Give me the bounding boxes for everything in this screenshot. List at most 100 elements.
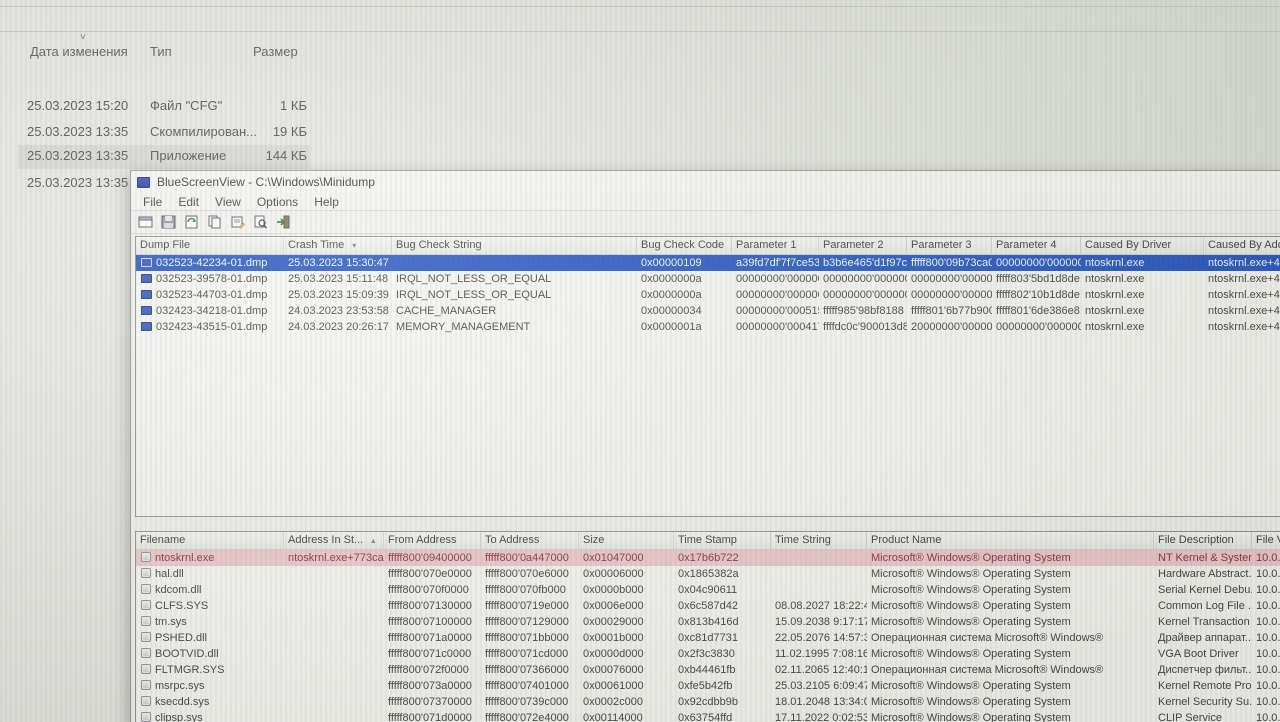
- column-header[interactable]: Time Stamp: [674, 532, 771, 549]
- cell: 0x1865382a: [674, 568, 771, 580]
- menu-help[interactable]: Help: [306, 195, 347, 209]
- column-header[interactable]: Bug Check String: [392, 237, 637, 254]
- dump-file-row[interactable]: 032523-44703-01.dmp25.03.2023 15:09:39IR…: [136, 287, 1280, 303]
- cell: Common Log File ...: [1154, 600, 1252, 612]
- column-header[interactable]: Crash Time▾: [284, 237, 392, 254]
- cell: fffff800'0739c000: [481, 696, 579, 708]
- column-header-size[interactable]: Размер: [253, 44, 298, 59]
- cell: ntoskrnl.exe: [1081, 321, 1204, 333]
- driver-module-row[interactable]: hal.dllfffff800'070e0000fffff800'070e600…: [136, 566, 1280, 582]
- dump-file-row[interactable]: 032523-39578-01.dmp25.03.2023 15:11:48IR…: [136, 271, 1280, 287]
- column-header[interactable]: Bug Check Code: [637, 237, 732, 254]
- column-header[interactable]: Caused By Address: [1204, 237, 1280, 254]
- menu-view[interactable]: View: [207, 195, 249, 209]
- column-header[interactable]: Filename: [136, 532, 284, 549]
- cell: fffff800'072e4000: [481, 712, 579, 722]
- cell: Драйвер аппарат...: [1154, 632, 1252, 644]
- explorer-file-row[interactable]: 25.03.2023 15:20 Файл "CFG" 1 КБ: [0, 95, 330, 119]
- cell: 10.0.22: [1252, 680, 1280, 692]
- cell: ntoskrnl.exe: [136, 552, 284, 564]
- cell: fffff801'6b77b900: [907, 305, 992, 317]
- driver-module-row[interactable]: ntoskrnl.exentoskrnl.exe+773ca0fffff800'…: [136, 550, 1280, 566]
- cell: fffff800'070e6000: [481, 568, 579, 580]
- column-header[interactable]: Dump File: [136, 237, 284, 254]
- driver-module-row[interactable]: CLFS.SYSfffff800'07130000fffff800'0719e0…: [136, 598, 1280, 614]
- bluescreenview-window: BlueScreenView - C:\Windows\Minidump Fil…: [130, 170, 1280, 722]
- copy-icon[interactable]: [205, 214, 223, 231]
- cell: clipsp.sys: [136, 712, 284, 722]
- column-header[interactable]: File V: [1252, 532, 1280, 549]
- cell: b3b6e465'd1f97c...: [819, 257, 907, 269]
- properties-icon[interactable]: [228, 214, 246, 231]
- explorer-file-row-highlighted[interactable]: 25.03.2023 13:35 Приложение 144 КБ: [18, 145, 310, 169]
- column-header-type[interactable]: Тип: [150, 44, 172, 59]
- menu-options[interactable]: Options: [249, 195, 306, 209]
- driver-module-row[interactable]: BOOTVID.dllfffff800'071c0000fffff800'071…: [136, 646, 1280, 662]
- cell: MEMORY_MANAGEMENT: [392, 321, 637, 333]
- sort-indicator-icon: ▾: [352, 241, 356, 250]
- dump-file-row[interactable]: 032523-42234-01.dmp25.03.2023 15:30:470x…: [136, 255, 1280, 271]
- save-icon[interactable]: [159, 214, 177, 231]
- cell: 032523-42234-01.dmp: [136, 257, 284, 269]
- cell: fffff800'070fb000: [481, 584, 579, 596]
- toolbar: [131, 211, 1280, 234]
- cell: fffff800'07366000: [481, 664, 579, 676]
- menu-edit[interactable]: Edit: [170, 195, 207, 209]
- cell: fffff800'09b73ca0: [907, 257, 992, 269]
- cell: 0x92cdbb9b: [674, 696, 771, 708]
- cell: 15.09.2038 9:17:17: [771, 616, 867, 628]
- bluescreenview-app-icon: [137, 177, 150, 188]
- column-header[interactable]: Parameter 4: [992, 237, 1081, 254]
- cell: 00000000'000000...: [992, 257, 1081, 269]
- column-header[interactable]: Time String: [771, 532, 867, 549]
- driver-module-row[interactable]: kdcom.dllfffff800'070f0000fffff800'070fb…: [136, 582, 1280, 598]
- cell: 00000000'000417...: [732, 321, 819, 333]
- cell: fffff800'072f0000: [384, 664, 481, 676]
- cell: Диспетчер фильт...: [1154, 664, 1252, 676]
- cell: 0x0000000a: [637, 273, 732, 285]
- refresh-icon[interactable]: [182, 214, 200, 231]
- dump-file-row[interactable]: 032423-34218-01.dmp24.03.2023 23:53:58CA…: [136, 303, 1280, 319]
- list-header: FilenameAddress In St...▴From AddressTo …: [136, 532, 1280, 550]
- cell: FLTMGR.SYS: [136, 664, 284, 676]
- module-file-icon: [141, 568, 151, 578]
- dump-properties-icon[interactable]: [136, 214, 154, 231]
- driver-module-row[interactable]: tm.sysfffff800'07100000fffff800'07129000…: [136, 614, 1280, 630]
- column-header[interactable]: Caused By Driver: [1081, 237, 1204, 254]
- column-header[interactable]: Size: [579, 532, 674, 549]
- title-bar[interactable]: BlueScreenView - C:\Windows\Minidump: [131, 171, 1280, 193]
- dump-file-row[interactable]: 032423-43515-01.dmp24.03.2023 20:26:17ME…: [136, 319, 1280, 335]
- menu-file[interactable]: File: [135, 195, 170, 209]
- column-header[interactable]: Parameter 3: [907, 237, 992, 254]
- column-header[interactable]: From Address: [384, 532, 481, 549]
- cell: IRQL_NOT_LESS_OR_EQUAL: [392, 289, 637, 301]
- dump-file-icon: [141, 290, 152, 299]
- exit-icon[interactable]: [274, 214, 292, 231]
- find-icon[interactable]: [251, 214, 269, 231]
- driver-module-row[interactable]: clipsp.sysfffff800'071d0000fffff800'072e…: [136, 710, 1280, 722]
- explorer-file-row[interactable]: 25.03.2023 13:35 Скомпилирован... 19 КБ: [0, 121, 330, 145]
- column-header[interactable]: File Description: [1154, 532, 1252, 549]
- driver-module-row[interactable]: ksecdd.sysfffff800'07370000fffff800'0739…: [136, 694, 1280, 710]
- cell: CLIP Service: [1154, 712, 1252, 722]
- cell: fffff800'070e0000: [384, 568, 481, 580]
- driver-module-row[interactable]: FLTMGR.SYS fffff800'072f0000fffff800'0736…: [136, 662, 1280, 678]
- column-header[interactable]: Parameter 2: [819, 237, 907, 254]
- module-file-icon: [141, 664, 151, 674]
- cell: 032523-44703-01.dmp: [136, 289, 284, 301]
- column-header-date-modified[interactable]: ˅ Дата изменения: [30, 44, 128, 59]
- cell: 0x00114000: [579, 712, 674, 722]
- cell: 0xb44461fb: [674, 664, 771, 676]
- driver-module-row[interactable]: msrpc.sysfffff800'073a0000fffff800'07401…: [136, 678, 1280, 694]
- cell: Microsoft® Windows® Operating System: [867, 680, 1154, 692]
- column-header[interactable]: Product Name: [867, 532, 1154, 549]
- column-header[interactable]: Address In St...▴: [284, 532, 384, 549]
- cell: 0x813b416d: [674, 616, 771, 628]
- cell: 24.03.2023 23:53:58: [284, 305, 392, 317]
- cell: ntoskrnl.exe: [1081, 289, 1204, 301]
- column-header[interactable]: To Address: [481, 532, 579, 549]
- cell: Microsoft® Windows® Operating System: [867, 696, 1154, 708]
- column-header[interactable]: Parameter 1: [732, 237, 819, 254]
- driver-module-row[interactable]: PSHED.dllfffff800'071a0000fffff800'071bb…: [136, 630, 1280, 646]
- cell: ntoskrnl.exe+429: [1204, 257, 1280, 269]
